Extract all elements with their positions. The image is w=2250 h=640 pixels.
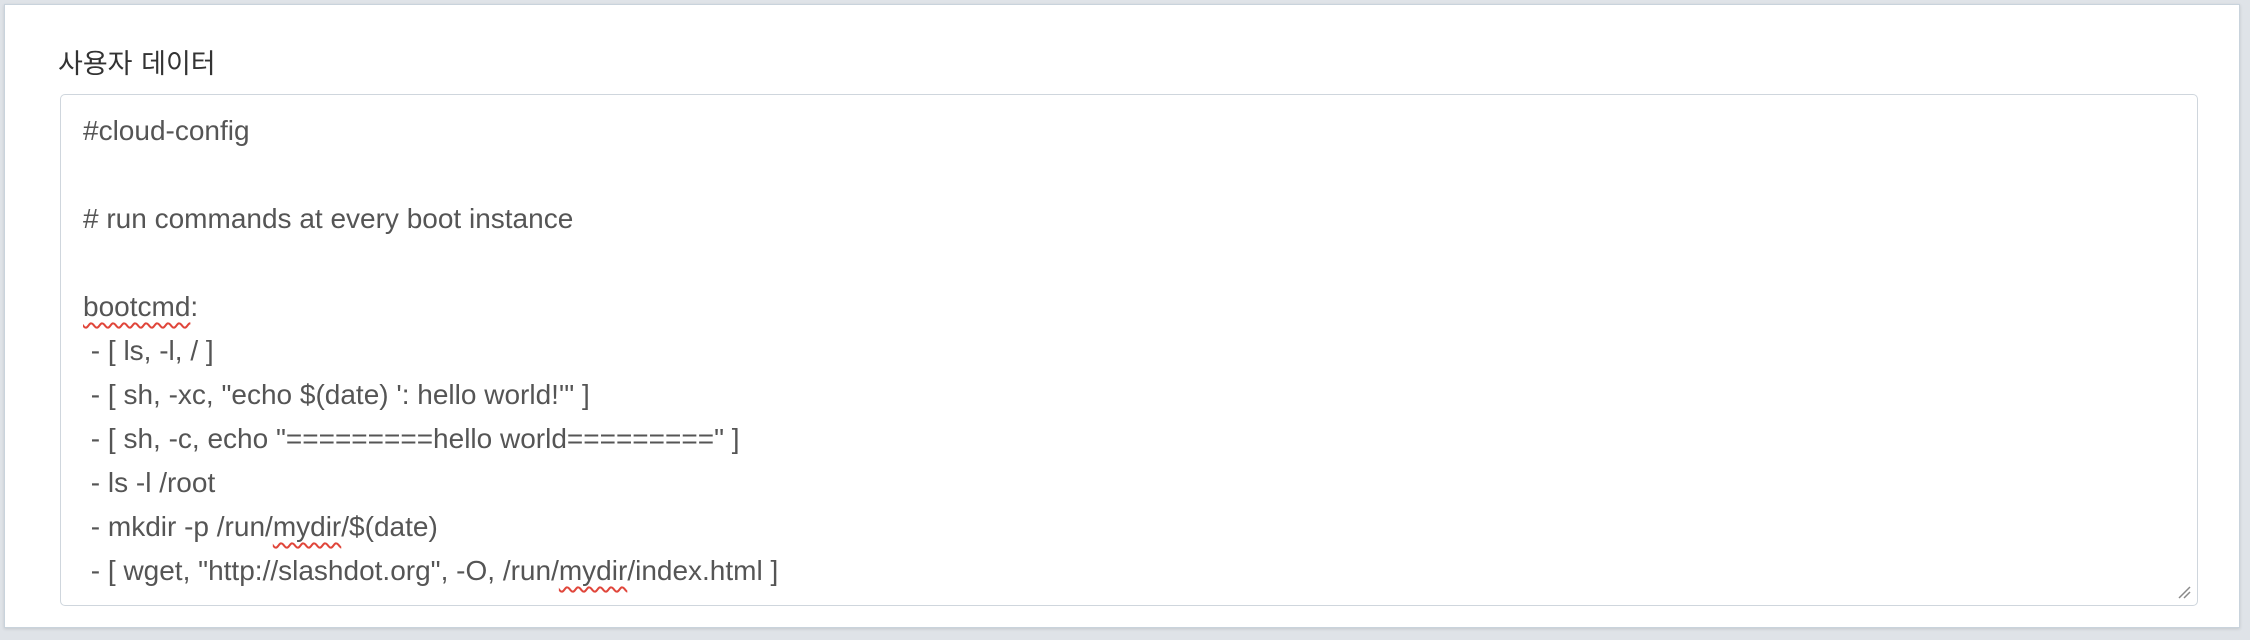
code-line-5: bootcmd:	[83, 291, 199, 322]
code-line-6: - [ ls, -l, / ]	[83, 335, 214, 366]
misspelled-word: bootcmd	[83, 291, 191, 322]
user-data-panel: 사용자 데이터 #cloud-config # run commands at …	[4, 4, 2240, 628]
code-line-7: - [ sh, -xc, "echo $(date) ': hello worl…	[83, 379, 590, 410]
code-line-3: # run commands at every boot instance	[83, 203, 574, 234]
resize-handle-icon[interactable]	[2177, 585, 2191, 599]
user-data-label: 사용자 데이터	[58, 49, 216, 80]
user-data-textarea[interactable]: #cloud-config # run commands at every bo…	[60, 94, 2198, 606]
code-line-9: - ls -l /root	[83, 467, 216, 498]
misspelled-word: mydir	[272, 511, 342, 542]
code-line-8: - [ sh, -c, echo "=========hello world==…	[83, 423, 740, 454]
code-line-1: #cloud-config	[83, 115, 250, 146]
code-line-10: - mkdir -p /run/mydir/$(date)	[83, 511, 438, 542]
misspelled-word: mydir	[558, 555, 628, 586]
code-line-11: - [ wget, "http://slashdot.org", -O, /ru…	[83, 555, 779, 586]
